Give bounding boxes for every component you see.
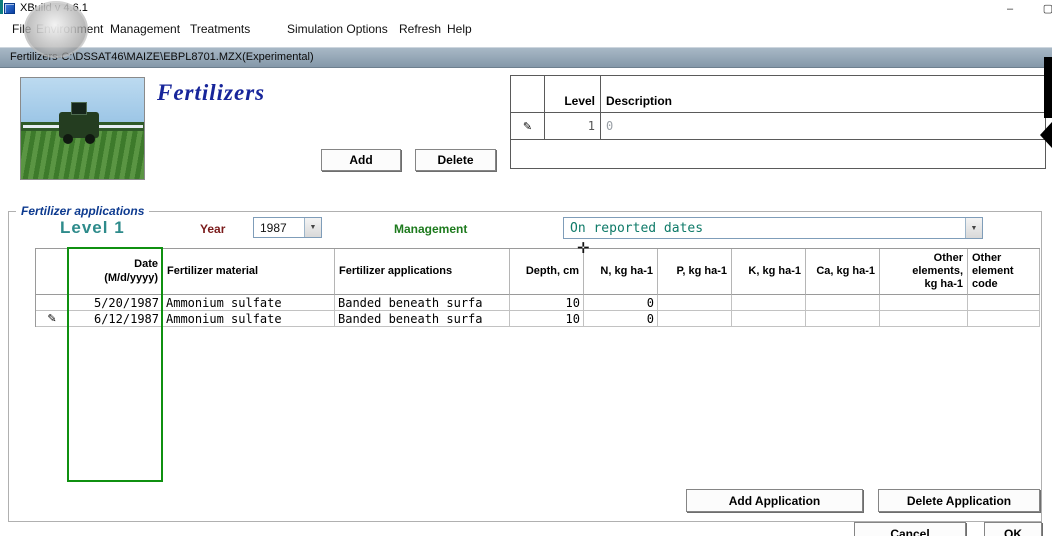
cell-other-code[interactable] (968, 311, 1040, 327)
grid-col-depth[interactable]: Depth, cm (510, 249, 584, 295)
grid-col-p[interactable]: P, kg ha-1 (658, 249, 732, 295)
levels-col-level: Level (545, 76, 601, 113)
sprayer-photo (20, 77, 145, 180)
menu-management[interactable]: Management (110, 22, 180, 36)
cell-ca[interactable] (806, 295, 880, 311)
group-title: Fertilizer applications (16, 204, 150, 218)
year-value: 1987 (260, 220, 287, 235)
levels-col-marker (511, 76, 545, 113)
cell-date[interactable]: 5/20/1987 (69, 295, 163, 311)
grid-col-marker (36, 249, 69, 295)
delete-application-button[interactable]: Delete Application (878, 489, 1040, 512)
move-cursor-icon: ✛ (577, 240, 590, 257)
year-select[interactable]: 1987 ▼ (253, 217, 322, 238)
level-row-marker-icon[interactable]: ✎ (511, 113, 545, 140)
management-value: On reported dates (570, 220, 704, 236)
cell-k[interactable] (732, 295, 806, 311)
photo-tractor-cab (71, 102, 87, 115)
management-dropdown-arrow-icon[interactable]: ▼ (965, 218, 982, 238)
xbuild-window: XBuild v 4.6.1 – ▢ File Environment Mana… (0, 0, 1052, 536)
level-1-label: Level 1 (60, 218, 125, 237)
cell-k[interactable] (732, 311, 806, 327)
title-bar: XBuild v 4.6.1 – ▢ (0, 0, 1052, 18)
level-cell[interactable]: 1 (545, 113, 601, 140)
grid-col-k[interactable]: K, kg ha-1 (732, 249, 806, 295)
management-select[interactable]: On reported dates ▼ (563, 217, 983, 239)
row-marker[interactable] (36, 295, 69, 311)
menu-treatments[interactable]: Treatments (190, 22, 250, 36)
photo-wheel (85, 134, 95, 144)
year-label: Year (200, 222, 226, 236)
window-edge-artifact (0, 0, 3, 14)
menu-help[interactable]: Help (447, 22, 472, 36)
cell-depth[interactable]: 10 (510, 295, 584, 311)
maximize-button[interactable]: ▢ (1036, 0, 1052, 17)
add-level-button[interactable]: Add (321, 149, 401, 171)
levels-col-description: Description (601, 76, 1045, 113)
cell-material[interactable]: Ammonium sulfate (163, 295, 335, 311)
cancel-button[interactable]: Cancel (854, 522, 966, 536)
grid-col-material[interactable]: Fertilizer material (163, 249, 335, 295)
cell-other-elements[interactable] (880, 311, 968, 327)
grid-col-n[interactable]: N, kg ha-1 (584, 249, 658, 295)
window-title: XBuild v 4.6.1 (20, 2, 88, 14)
delete-level-button[interactable]: Delete (415, 149, 496, 171)
levels-table-empty-area (511, 140, 1045, 168)
cell-other-code[interactable] (968, 295, 1040, 311)
scrollbar-thumb[interactable] (1044, 57, 1052, 118)
year-dropdown-arrow-icon[interactable]: ▼ (304, 218, 321, 237)
cell-date[interactable]: 6/12/1987 (69, 311, 163, 327)
grid-col-other-elements[interactable]: Other elements, kg ha-1 (880, 249, 968, 295)
cell-p[interactable] (658, 295, 732, 311)
cell-ca[interactable] (806, 311, 880, 327)
cell-material[interactable]: Ammonium sulfate (163, 311, 335, 327)
applications-grid: Date (M/d/yyyy) Fertilizer material Fert… (35, 248, 1040, 327)
minimize-button[interactable]: – (998, 0, 1022, 17)
page-title: Fertilizers (157, 80, 266, 105)
levels-table: Level Description ✎ 1 0 (510, 75, 1046, 169)
cell-depth[interactable]: 10 (510, 311, 584, 327)
menu-environment[interactable]: Environment (36, 22, 103, 36)
grid-col-application[interactable]: Fertilizer applications (335, 249, 510, 295)
ok-button[interactable]: OK (984, 522, 1042, 536)
app-logo-icon (4, 3, 15, 14)
menu-simulation-options[interactable]: Simulation Options (287, 22, 388, 36)
grid-col-other-code[interactable]: Other element code (968, 249, 1040, 295)
menu-bar: File Environment Management Treatments S… (0, 18, 1052, 40)
add-application-button[interactable]: Add Application (686, 489, 863, 512)
cell-p[interactable] (658, 311, 732, 327)
document-path: Fertilizers-C:\DSSAT46\MAIZE\EBPL8701.MZ… (10, 51, 314, 63)
cell-n[interactable]: 0 (584, 311, 658, 327)
grid-col-ca[interactable]: Ca, kg ha-1 (806, 249, 880, 295)
cell-application[interactable]: Banded beneath surfa (335, 311, 510, 327)
cell-application[interactable]: Banded beneath surfa (335, 295, 510, 311)
grid-col-date[interactable]: Date (M/d/yyyy) (69, 249, 163, 295)
management-label: Management (394, 222, 468, 236)
scrollbar-arrow-icon[interactable] (1040, 122, 1052, 148)
cell-other-elements[interactable] (880, 295, 968, 311)
cell-n[interactable]: 0 (584, 295, 658, 311)
photo-wheel (63, 134, 73, 144)
row-marker[interactable]: ✎ (36, 311, 69, 327)
description-cell[interactable]: 0 (601, 113, 1045, 140)
menu-refresh[interactable]: Refresh (399, 22, 441, 36)
menu-file[interactable]: File (12, 22, 31, 36)
document-path-bar: Fertilizers-C:\DSSAT46\MAIZE\EBPL8701.MZ… (0, 47, 1052, 68)
